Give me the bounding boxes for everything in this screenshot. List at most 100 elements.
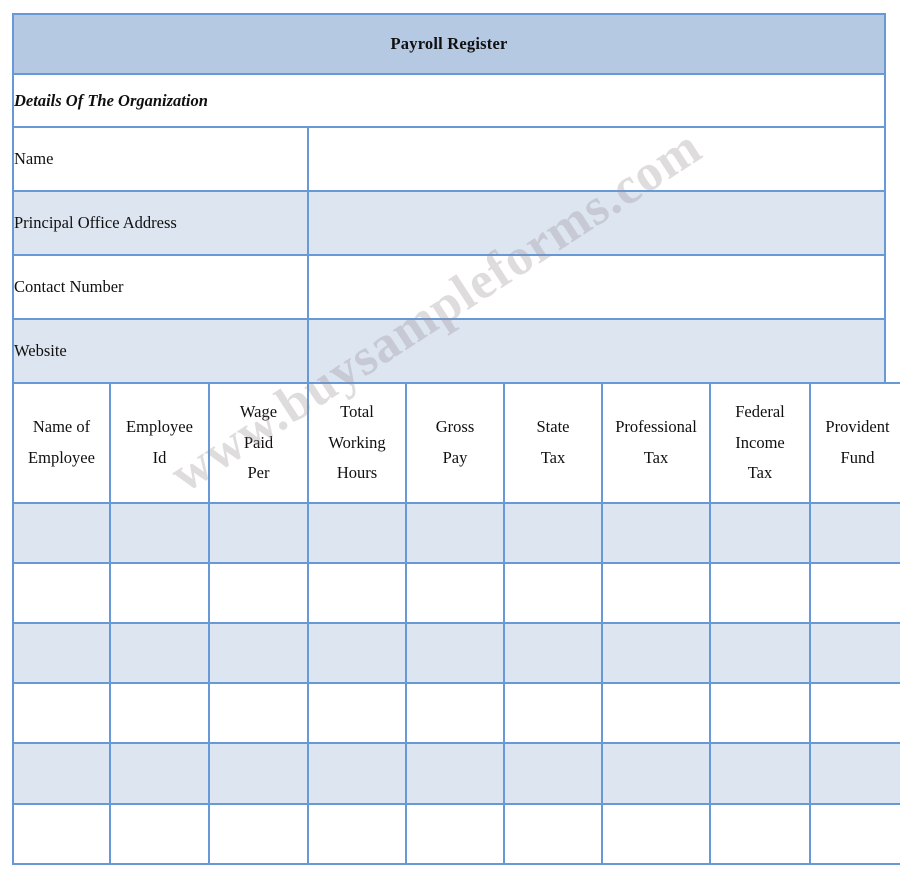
employee-cell-r2-c6[interactable] bbox=[601, 622, 711, 684]
employee-cell-r3-c6[interactable] bbox=[601, 682, 711, 744]
employee-cell-r1-c7[interactable] bbox=[709, 562, 811, 624]
organization-details-table: Payroll Register Details Of The Organiza… bbox=[11, 13, 887, 384]
employee-cell-r5-c0[interactable] bbox=[12, 803, 111, 865]
employee-cell-r2-c7[interactable] bbox=[709, 622, 811, 684]
org-field-row-name: Name bbox=[12, 126, 887, 192]
employee-cell-r0-c6[interactable] bbox=[601, 502, 711, 564]
employee-cell-r5-c4[interactable] bbox=[405, 803, 505, 865]
column-header-3: Total Working Hours bbox=[307, 382, 407, 504]
column-header-4: Gross Pay bbox=[405, 382, 505, 504]
org-field-row-address: Principal Office Address bbox=[12, 190, 887, 256]
employee-cell-r1-c8[interactable] bbox=[809, 562, 900, 624]
org-field-row-website: Website bbox=[12, 318, 887, 384]
employee-cell-r2-c4[interactable] bbox=[405, 622, 505, 684]
column-header-line: Professional bbox=[615, 417, 697, 437]
column-header-8: Provident Fund bbox=[809, 382, 900, 504]
employee-cell-r1-c5[interactable] bbox=[503, 562, 603, 624]
table-row bbox=[12, 742, 900, 805]
org-label-website: Website bbox=[12, 318, 309, 384]
org-label-contact: Contact Number bbox=[12, 254, 309, 320]
employee-cell-r1-c2[interactable] bbox=[208, 562, 309, 624]
employee-cell-r0-c4[interactable] bbox=[405, 502, 505, 564]
employee-cell-r5-c2[interactable] bbox=[208, 803, 309, 865]
employee-cell-r1-c0[interactable] bbox=[12, 562, 111, 624]
employee-cell-r5-c6[interactable] bbox=[601, 803, 711, 865]
column-header-line: Paid bbox=[243, 432, 274, 452]
employee-cell-r0-c3[interactable] bbox=[307, 502, 407, 564]
table-row bbox=[12, 803, 900, 865]
column-header-line: Income bbox=[735, 432, 785, 452]
employee-cell-r5-c1[interactable] bbox=[109, 803, 210, 865]
employee-cell-r4-c8[interactable] bbox=[809, 742, 900, 805]
employee-cell-r2-c3[interactable] bbox=[307, 622, 407, 684]
employee-cell-r1-c6[interactable] bbox=[601, 562, 711, 624]
employee-cell-r4-c4[interactable] bbox=[405, 742, 505, 805]
employee-cell-r5-c3[interactable] bbox=[307, 803, 407, 865]
org-value-address[interactable] bbox=[306, 190, 887, 256]
employee-cell-r0-c7[interactable] bbox=[709, 502, 811, 564]
column-header-line: Provident bbox=[825, 417, 890, 437]
column-header-line: Total bbox=[340, 402, 374, 422]
employee-cell-r3-c7[interactable] bbox=[709, 682, 811, 744]
table-row bbox=[12, 622, 900, 684]
employee-payroll-table: Name of Employee Employee Id Wage Paid Per Tota… bbox=[12, 382, 900, 865]
employee-cell-r0-c8[interactable] bbox=[809, 502, 900, 564]
column-header-line: Employee bbox=[28, 448, 95, 467]
employee-cell-r1-c3[interactable] bbox=[307, 562, 407, 624]
org-value-website[interactable] bbox=[306, 318, 887, 384]
column-header-5: State Tax bbox=[503, 382, 603, 504]
employee-cell-r5-c5[interactable] bbox=[503, 803, 603, 865]
employee-table-header-row: Name of Employee Employee Id Wage Paid Per Tota… bbox=[12, 382, 900, 504]
column-header-line: Tax bbox=[643, 448, 669, 467]
employee-cell-r4-c1[interactable] bbox=[109, 742, 210, 805]
employee-cell-r3-c0[interactable] bbox=[12, 682, 111, 744]
table-row bbox=[12, 562, 900, 624]
employee-cell-r2-c0[interactable] bbox=[12, 622, 111, 684]
column-header-2: Wage Paid Per bbox=[208, 382, 309, 504]
column-header-line: Name of bbox=[32, 417, 91, 437]
column-header-line: Fund bbox=[840, 448, 875, 467]
employee-cell-r0-c0[interactable] bbox=[12, 502, 111, 564]
column-header-line: State bbox=[536, 417, 570, 437]
employee-cell-r1-c1[interactable] bbox=[109, 562, 210, 624]
column-header-line: Employee bbox=[126, 417, 193, 437]
page-title: Payroll Register bbox=[11, 13, 887, 75]
section-heading-row: Details Of The Organization bbox=[11, 73, 887, 128]
employee-cell-r4-c5[interactable] bbox=[503, 742, 603, 805]
employee-cell-r0-c1[interactable] bbox=[109, 502, 210, 564]
section-heading: Details Of The Organization bbox=[11, 73, 887, 128]
column-header-line: Per bbox=[247, 463, 270, 483]
employee-cell-r3-c1[interactable] bbox=[109, 682, 210, 744]
title-row: Payroll Register bbox=[11, 13, 887, 75]
org-value-contact[interactable] bbox=[306, 254, 887, 320]
employee-cell-r3-c4[interactable] bbox=[405, 682, 505, 744]
employee-cell-r3-c8[interactable] bbox=[809, 682, 900, 744]
column-header-line: Federal bbox=[735, 402, 785, 422]
column-header-line: Working bbox=[328, 432, 386, 452]
employee-cell-r4-c2[interactable] bbox=[208, 742, 309, 805]
employee-cell-r3-c2[interactable] bbox=[208, 682, 309, 744]
employee-cell-r5-c8[interactable] bbox=[809, 803, 900, 865]
employee-cell-r3-c3[interactable] bbox=[307, 682, 407, 744]
employee-cell-r2-c1[interactable] bbox=[109, 622, 210, 684]
column-header-line: Id bbox=[152, 448, 167, 467]
employee-cell-r0-c2[interactable] bbox=[208, 502, 309, 564]
table-row bbox=[12, 502, 900, 564]
employee-cell-r2-c8[interactable] bbox=[809, 622, 900, 684]
org-value-name[interactable] bbox=[306, 126, 887, 192]
org-field-row-contact: Contact Number bbox=[12, 254, 887, 320]
employee-cell-r2-c2[interactable] bbox=[208, 622, 309, 684]
employee-cell-r4-c3[interactable] bbox=[307, 742, 407, 805]
column-header-line: Pay bbox=[442, 448, 468, 467]
employee-table-body bbox=[12, 502, 900, 865]
employee-cell-r0-c5[interactable] bbox=[503, 502, 603, 564]
employee-cell-r5-c7[interactable] bbox=[709, 803, 811, 865]
employee-cell-r3-c5[interactable] bbox=[503, 682, 603, 744]
employee-cell-r4-c7[interactable] bbox=[709, 742, 811, 805]
employee-cell-r4-c0[interactable] bbox=[12, 742, 111, 805]
employee-cell-r4-c6[interactable] bbox=[601, 742, 711, 805]
employee-cell-r1-c4[interactable] bbox=[405, 562, 505, 624]
column-header-line: Hours bbox=[336, 463, 378, 483]
employee-cell-r2-c5[interactable] bbox=[503, 622, 603, 684]
column-header-line: Gross bbox=[435, 417, 475, 437]
